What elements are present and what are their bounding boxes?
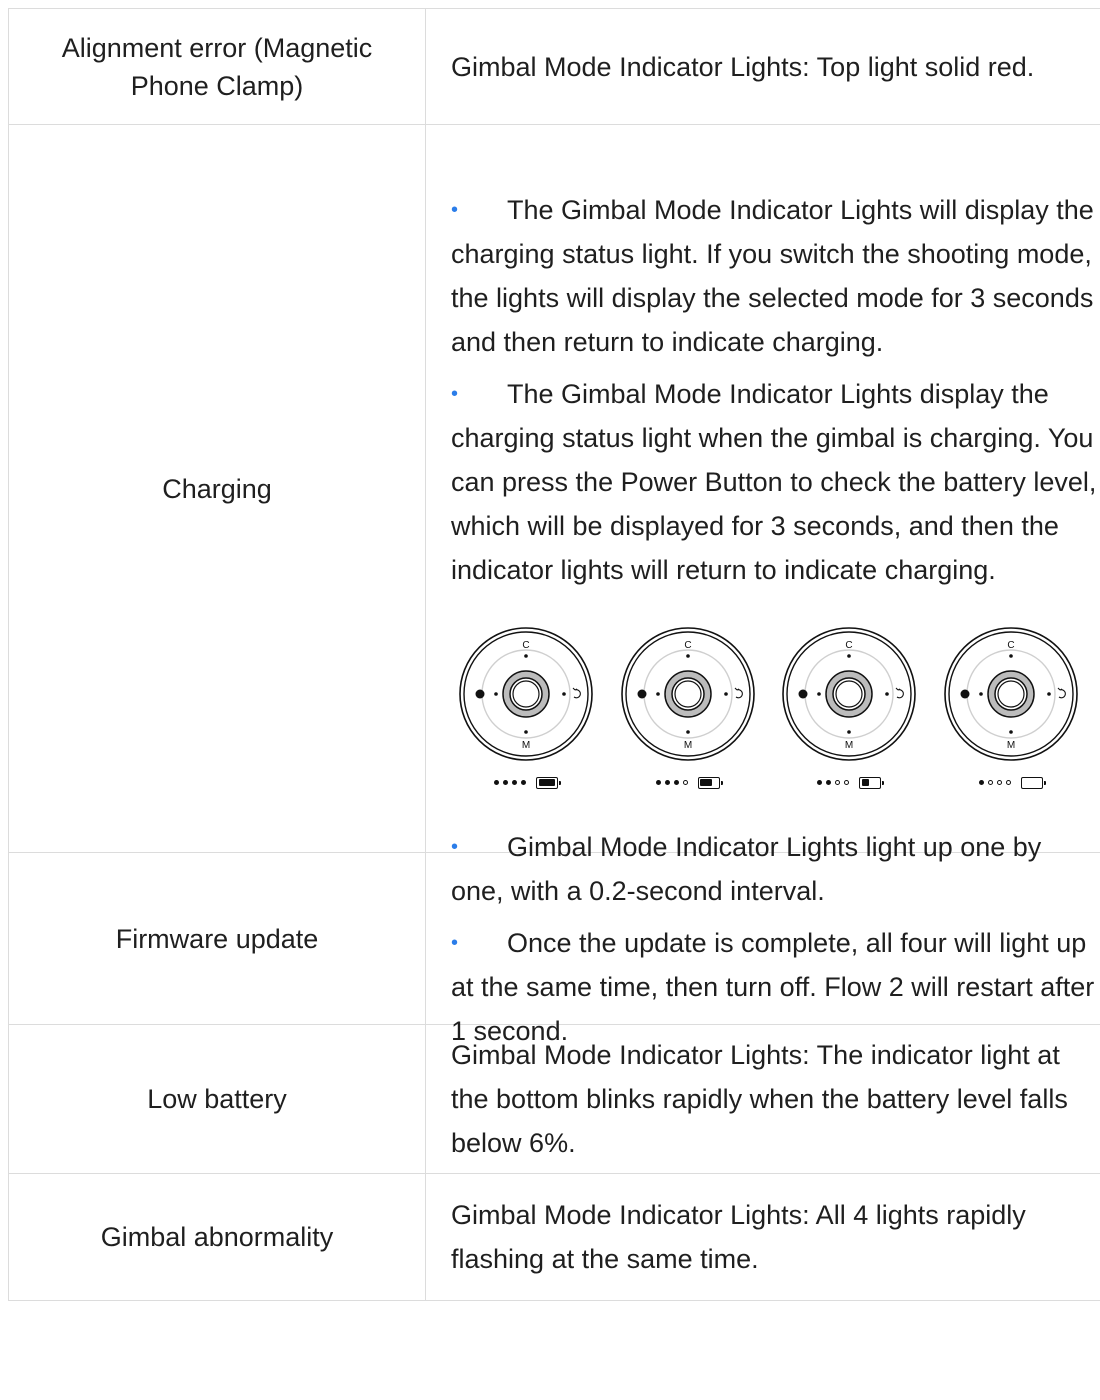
gimbal-mode-dial-icon: CM [943,626,1079,762]
level-light-dot [673,780,679,785]
condition-cell: Charging [8,125,426,852]
charging-dials: CMCMCMCM [451,626,1092,790]
level-light-dot [826,780,832,785]
description-cell: Gimbal Mode Indicator Lights: Top light … [426,9,1100,124]
table-row: Charging • The Gimbal Mode Indicator Ligh… [8,125,1100,853]
svg-text:C: C [522,640,529,651]
condition-label: Charging [162,473,272,504]
bullet-icon: • [451,835,459,858]
mode-switch-icon [734,687,743,698]
battery-icon [536,776,561,789]
condition-cell: Gimbal abnormality [8,1174,426,1300]
bullet-icon: • [451,382,459,405]
battery-icon [697,776,723,789]
condition-cell: Low battery [8,1025,426,1173]
bullet-item: • The Gimbal Mode Indicator Lights will d… [451,188,1100,364]
charging-level-indicator: CM [936,626,1086,790]
level-light-dot [512,780,517,785]
svg-text:M: M [522,740,530,751]
level-light-dot [1005,780,1011,785]
description-cell: • Gimbal Mode Indicator Lights light up o… [426,832,1100,1046]
battery-level-row [978,776,1046,790]
level-light-dot [835,780,841,785]
bullet-item: • The Gimbal Mode Indicator Lights displa… [451,372,1100,592]
gimbal-mode-dial-icon: CM [781,626,917,762]
condition-label: Low battery [147,1084,287,1114]
condition-cell: Alignment error (Magnetic Phone Clamp) [8,9,426,124]
condition-label: Firmware update [115,923,319,954]
battery-level-row [494,776,561,790]
level-light-dot [682,780,688,785]
description-text: Gimbal Mode Indicator Lights: Top light … [451,51,1035,82]
svg-text:C: C [684,640,691,651]
level-light-dot [817,780,823,785]
battery-fill [700,779,713,786]
battery-level-row [655,776,723,790]
description-cell: Gimbal Mode Indicator Lights: All 4 ligh… [426,1174,1100,1300]
condition-label: Alignment error (Magnetic Phone Clamp) [61,32,373,101]
battery-fill [538,779,555,786]
condition-cell: Firmware update [8,853,426,1024]
battery-level-row [817,776,885,790]
status-table: Alignment error (Magnetic Phone Clamp) G… [8,8,1100,1301]
battery-icon [1020,776,1046,789]
level-light-dot [494,780,499,785]
description-text: Gimbal Mode Indicator Lights: All 4 ligh… [451,1200,1026,1274]
svg-text:C: C [846,640,853,651]
battery-icon [859,776,885,789]
description-cell: Gimbal Mode Indicator Lights: The indica… [426,1025,1100,1173]
bullet-item: • Gimbal Mode Indicator Lights light up o… [451,825,1100,913]
gimbal-mode-dial-icon: CM [620,626,756,762]
svg-text:M: M [683,740,691,751]
charging-level-indicator: CM [774,626,924,790]
mode-switch-icon [1057,687,1066,698]
svg-text:M: M [1007,740,1015,751]
mode-switch-icon [572,687,581,698]
level-light-dot [996,780,1002,785]
description-cell: • The Gimbal Mode Indicator Lights will d… [426,125,1100,852]
mode-switch-icon [895,687,905,698]
level-light-dot [503,780,508,785]
table-row: Alignment error (Magnetic Phone Clamp) G… [8,9,1100,125]
bullet-icon: • [451,198,459,221]
charging-level-indicator: CM [613,626,763,790]
battery-fill [861,779,869,786]
svg-text:C: C [1007,640,1014,651]
level-light-dot [844,780,850,785]
table-row: Low battery Gimbal Mode Indicator Lights… [8,1025,1100,1174]
svg-text:M: M [845,740,853,751]
gimbal-mode-dial-icon: CM [458,626,594,762]
table-row: Firmware update • Gimbal Mode Indicator L… [8,832,1100,1046]
level-light-dot [987,780,993,785]
level-light-dot [978,780,984,785]
charging-level-indicator: CM [451,626,601,790]
description-text: Gimbal Mode Indicator Lights: The indica… [451,1040,1068,1158]
level-light-dot [521,780,526,785]
level-light-dot [655,780,661,785]
table-row: Gimbal abnormality Gimbal Mode Indicator… [8,1174,1100,1301]
condition-label: Gimbal abnormality [100,1222,334,1252]
level-light-dot [664,780,670,785]
bullet-icon: • [451,931,459,954]
